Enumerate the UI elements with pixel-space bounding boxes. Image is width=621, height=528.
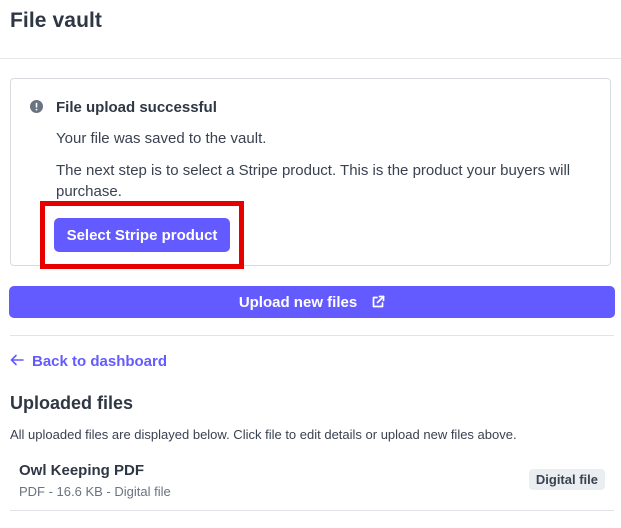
success-notice: File upload successful Your file was sav…	[10, 78, 611, 269]
arrow-left-icon	[10, 353, 24, 370]
upload-new-files-button[interactable]: Upload new files	[9, 286, 615, 318]
back-link-label: Back to dashboard	[32, 353, 168, 370]
file-meta: PDF - 16.6 KB - Digital file	[19, 484, 171, 499]
notice-title: File upload successful	[56, 99, 217, 116]
page-title: File vault	[10, 9, 103, 32]
upload-button-label: Upload new files	[238, 293, 358, 311]
uploaded-files-description: All uploaded files are displayed below. …	[10, 427, 517, 442]
back-to-dashboard-link[interactable]: Back to dashboard	[10, 353, 167, 370]
file-row[interactable]: Owl Keeping PDF PDF - 16.6 KB - Digital …	[10, 452, 614, 510]
external-link-icon	[371, 295, 385, 309]
file-name: Owl Keeping PDF	[19, 462, 145, 479]
list-divider	[10, 510, 614, 511]
uploaded-files-heading: Uploaded files	[10, 393, 134, 413]
section-divider	[10, 335, 614, 336]
select-stripe-product-button[interactable]: Select Stripe product	[54, 218, 230, 252]
alert-circle-icon	[30, 100, 43, 113]
header-divider	[0, 58, 621, 59]
notice-message: Your file was saved to the vault.	[56, 130, 267, 147]
file-type-badge: Digital file	[528, 469, 605, 490]
notice-next-step: The next step is to select a Stripe prod…	[56, 162, 571, 200]
